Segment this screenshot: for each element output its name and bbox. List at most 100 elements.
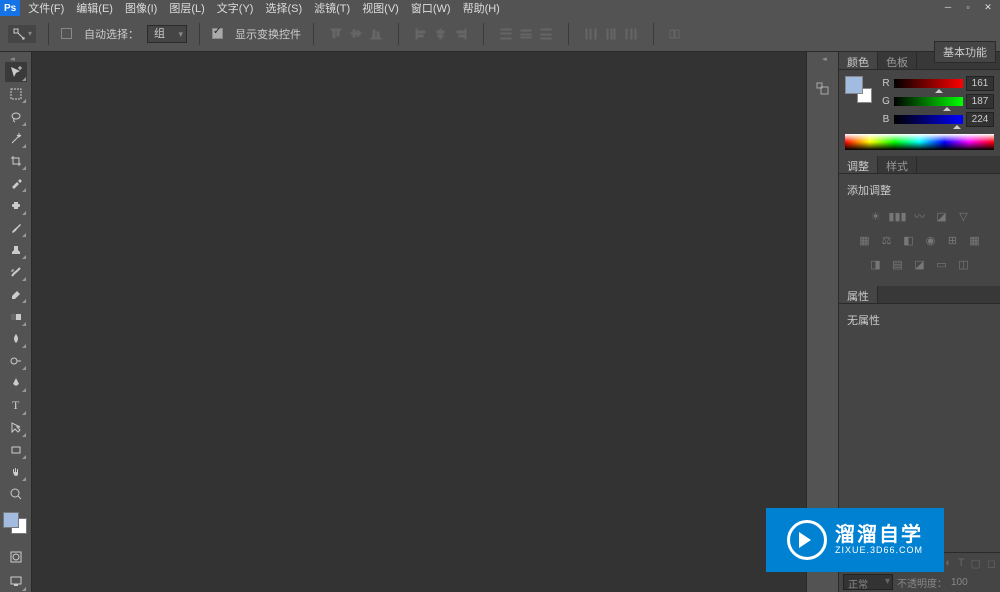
path-select-tool[interactable]: [5, 418, 27, 438]
layer-filter-type-icon[interactable]: T: [958, 557, 965, 570]
wand-tool[interactable]: [5, 129, 27, 149]
menu-filter[interactable]: 滤镜(T): [314, 0, 350, 16]
workspace-essentials-button[interactable]: 基本功能: [934, 41, 996, 63]
align-right-icon[interactable]: [451, 24, 471, 44]
menu-layer[interactable]: 图层(L): [169, 0, 204, 16]
screenmode-tool[interactable]: [5, 570, 27, 592]
history-panel-icon[interactable]: [812, 78, 834, 100]
stamp-tool[interactable]: [5, 240, 27, 260]
brightness-icon[interactable]: ☀: [868, 208, 884, 224]
posterize-icon[interactable]: ▤: [890, 256, 906, 272]
g-value[interactable]: 187: [966, 94, 994, 109]
gradmap-icon[interactable]: ▭: [934, 256, 950, 272]
r-slider[interactable]: [894, 79, 963, 88]
r-value[interactable]: 161: [966, 76, 994, 91]
align-left-icon[interactable]: [411, 24, 431, 44]
auto-select-checkbox[interactable]: [61, 28, 72, 39]
brush-tool[interactable]: [5, 218, 27, 238]
blur-tool[interactable]: [5, 329, 27, 349]
add-adjustment-label: 添加调整: [843, 180, 996, 200]
pen-tool[interactable]: [5, 373, 27, 393]
dodge-tool[interactable]: [5, 351, 27, 371]
styles-tab[interactable]: 样式: [878, 156, 917, 173]
color-swatches[interactable]: [3, 512, 29, 538]
quickmask-tool[interactable]: [5, 546, 27, 568]
align-bottom-icon[interactable]: [366, 24, 386, 44]
auto-align-icon[interactable]: [666, 24, 686, 44]
photofilter-icon[interactable]: ◉: [923, 232, 939, 248]
menu-select[interactable]: 选择(S): [265, 0, 302, 16]
menu-help[interactable]: 帮助(H): [463, 0, 500, 16]
crop-tool[interactable]: [5, 151, 27, 171]
lasso-tool[interactable]: [5, 106, 27, 126]
close-button[interactable]: ✕: [980, 0, 996, 14]
auto-select-label: 自动选择：: [84, 26, 139, 42]
show-transform-checkbox[interactable]: [212, 28, 223, 39]
b-slider[interactable]: [894, 115, 963, 124]
r-label: R: [881, 78, 891, 89]
eyedropper-tool[interactable]: [5, 173, 27, 193]
channelmixer-icon[interactable]: ⊞: [945, 232, 961, 248]
menu-type[interactable]: 文字(Y): [217, 0, 254, 16]
colorbalance-icon[interactable]: ⚖: [879, 232, 895, 248]
props-panel-tabs: 属性: [839, 286, 1000, 304]
menu-view[interactable]: 视图(V): [362, 0, 399, 16]
marquee-tool[interactable]: [5, 84, 27, 104]
auto-select-dropdown[interactable]: 组: [147, 25, 187, 43]
align-top-icon[interactable]: [326, 24, 346, 44]
dist-hcenter-icon[interactable]: [601, 24, 621, 44]
shape-tool[interactable]: [5, 440, 27, 460]
g-slider[interactable]: [894, 97, 963, 106]
align-h-controls: [411, 24, 471, 44]
svg-text:T: T: [12, 398, 20, 412]
align-hcenter-icon[interactable]: [431, 24, 451, 44]
move-tool[interactable]: [5, 62, 27, 82]
threshold-icon[interactable]: ◪: [912, 256, 928, 272]
hand-tool[interactable]: [5, 462, 27, 482]
blend-mode-select[interactable]: 正常: [843, 574, 893, 590]
levels-icon[interactable]: ▮▮▮: [890, 208, 906, 224]
minimize-button[interactable]: ─: [940, 0, 956, 14]
colorlookup-icon[interactable]: ▦: [967, 232, 983, 248]
tool-preset-picker[interactable]: ▾: [8, 25, 36, 43]
b-value[interactable]: 224: [966, 112, 994, 127]
dist-top-icon[interactable]: [496, 24, 516, 44]
color-tab[interactable]: 颜色: [839, 52, 878, 69]
history-brush-tool[interactable]: [5, 262, 27, 282]
menu-image[interactable]: 图像(I): [125, 0, 157, 16]
type-tool[interactable]: T: [5, 395, 27, 415]
swatches-tab[interactable]: 色板: [878, 52, 917, 69]
b-label: B: [881, 114, 891, 125]
dist-right-icon[interactable]: [621, 24, 641, 44]
opacity-value[interactable]: 100: [951, 577, 968, 588]
canvas-area[interactable]: [32, 52, 806, 592]
exposure-icon[interactable]: ◪: [934, 208, 950, 224]
layer-filter-shape-icon[interactable]: ▢: [970, 557, 980, 570]
dist-left-icon[interactable]: [581, 24, 601, 44]
panel-color-swatches[interactable]: [845, 76, 867, 98]
layer-filter-smart-icon[interactable]: ◻: [987, 557, 996, 570]
invert-icon[interactable]: ◨: [868, 256, 884, 272]
align-vcenter-icon[interactable]: [346, 24, 366, 44]
adjustments-tab[interactable]: 调整: [839, 156, 878, 173]
gradient-tool[interactable]: [5, 306, 27, 326]
maximize-button[interactable]: ▫: [960, 0, 976, 14]
menu-edit[interactable]: 编辑(E): [76, 0, 113, 16]
healing-tool[interactable]: [5, 195, 27, 215]
dist-vcenter-icon[interactable]: [516, 24, 536, 44]
dist-bottom-icon[interactable]: [536, 24, 556, 44]
menu-file[interactable]: 文件(F): [28, 0, 64, 16]
eraser-tool[interactable]: [5, 284, 27, 304]
foreground-color[interactable]: [3, 512, 19, 528]
zoom-tool[interactable]: [5, 484, 27, 504]
color-spectrum[interactable]: [845, 134, 994, 150]
bw-icon[interactable]: ◧: [901, 232, 917, 248]
menu-window[interactable]: 窗口(W): [411, 0, 451, 16]
layer-filter-adjust-icon[interactable]: ◐: [945, 557, 952, 570]
options-bar: ▾ 自动选择： 组 显示变换控件 基本功能: [0, 16, 1000, 52]
vibrance-icon[interactable]: ▽: [956, 208, 972, 224]
properties-tab[interactable]: 属性: [839, 286, 878, 303]
curves-icon[interactable]: 〰: [912, 208, 928, 224]
selectivecolor-icon[interactable]: ◫: [956, 256, 972, 272]
hue-icon[interactable]: ▦: [857, 232, 873, 248]
